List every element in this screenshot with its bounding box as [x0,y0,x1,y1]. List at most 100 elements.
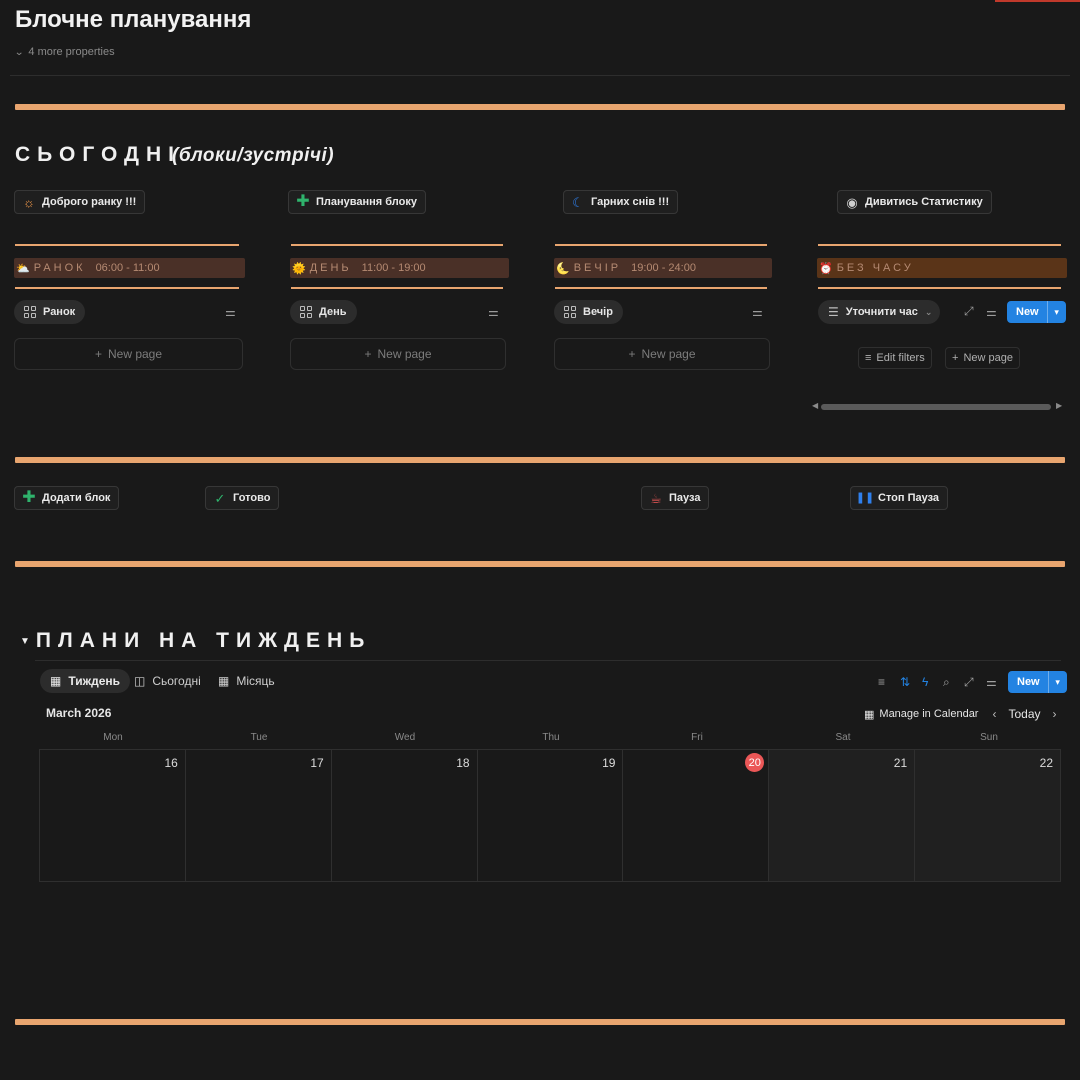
week-heading-toggle[interactable]: ▼ ПЛАНИ НА ТИЖДЕНЬ [20,629,371,653]
calendar-day-cell[interactable]: 19 [478,750,624,881]
calendar-day-cell[interactable]: 17 [186,750,332,881]
new-button-label: New [1007,301,1048,323]
column-line [555,244,767,246]
button-label: Готово [233,492,271,504]
new-page-label: New page [107,347,163,361]
plus-icon: + [952,352,959,364]
done-button[interactable]: ✓ Готово [205,486,280,510]
plus-icon: + [364,347,372,361]
new-page-button[interactable]: + New page [290,338,506,370]
today-day-badge: 20 [745,753,765,772]
horizontal-scrollbar[interactable]: ◀ ▶ [812,401,1062,411]
block-band-morning: ⛅ РАНОК 06:00 - 11:00 [14,258,245,278]
weekday-label: Sat [835,732,851,743]
good-night-button[interactable]: ☾ Гарних снів !!! [563,190,679,214]
calendar-day-cell[interactable]: 22 [915,750,1061,881]
list-icon: ☰ [828,305,839,319]
sort-icon[interactable]: ⇅ [900,675,910,689]
gallery-icon [564,306,576,318]
view-stats-button[interactable]: ◉ Дивитись Статистику [837,190,992,214]
new-button[interactable]: New ▾ [1008,671,1067,693]
tab-month[interactable]: ▦ Місяць [208,669,285,693]
today-subheading: (блоки/зустрічі) [172,145,335,166]
search-icon[interactable]: ⌕ [943,675,950,690]
day-number: 19 [602,756,616,770]
calendar-icon: ▦ [218,674,230,688]
column-line [818,244,1061,246]
moon-face-icon: 🌜 [556,262,570,275]
expand-icon[interactable]: ⤢ [964,304,974,319]
check-icon: ✓ [214,490,226,506]
button-label: Гарних снів !!! [591,196,670,208]
chevron-down-icon[interactable]: ▾ [1048,307,1066,318]
new-page-button[interactable]: + New page [945,347,1020,369]
more-properties-toggle[interactable]: ⌄ 4 more properties [14,46,115,58]
coffee-icon: ☕ [650,490,662,506]
plus-icon: ✚ [296,193,310,210]
more-properties-label: 4 more properties [28,46,115,58]
new-page-button[interactable]: + New page [14,338,243,370]
button-label: Додати блок [42,492,111,504]
block-band-no-time: ⏰ БЕЗ ЧАСУ [817,258,1067,278]
scroll-right-icon[interactable]: ▶ [1056,401,1062,410]
new-button[interactable]: New ▾ [1007,301,1066,323]
divider [35,660,1061,661]
plan-block-button[interactable]: ✚ Планування блоку [288,190,426,214]
settings-sliders-icon[interactable]: ⚌ [225,305,236,319]
chevron-down-icon[interactable]: ▾ [1049,677,1067,688]
view-label: Ранок [43,306,76,318]
tab-week[interactable]: ▦ Тиждень [40,669,131,693]
filter-icon[interactable]: ≡ [878,675,885,689]
column-line [818,287,1061,289]
weekday-label: Fri [691,732,703,743]
settings-sliders-icon[interactable]: ⚌ [986,675,997,689]
view-tab-no-time[interactable]: ☰ Уточнити час ⌄ [818,300,941,324]
block-band-day: 🌞 ДЕНЬ 11:00 - 19:00 [290,258,509,278]
plus-icon: ✚ [22,489,36,506]
calendar-day-cell[interactable]: 16 [40,750,186,881]
block-name: ВЕЧІР [573,262,622,274]
week-heading: ПЛАНИ НА ТИЖДЕНЬ [35,629,372,652]
column-line [15,244,239,246]
lightning-icon[interactable]: ϟ [922,675,928,689]
chevron-down-icon: ⌄ [14,46,25,58]
manage-in-calendar-button[interactable]: ▦ Manage in Calendar [858,704,984,724]
scroll-thumb[interactable] [821,404,1051,410]
view-tab-morning[interactable]: Ранок [14,300,86,324]
stop-pause-button[interactable]: ❚❚ Стоп Пауза [850,486,949,510]
new-page-button[interactable]: + New page [554,338,770,370]
scroll-left-icon[interactable]: ◀ [812,401,818,410]
orange-divider [15,561,1065,567]
orange-divider [15,457,1065,463]
partly-sunny-icon: ⛅ [16,262,30,275]
chevron-left-icon[interactable]: ‹ [992,707,996,721]
tab-today[interactable]: ◫ Сьогодні [124,669,211,693]
edit-filters-label: Edit filters [876,352,925,364]
settings-sliders-icon[interactable]: ⚌ [488,305,499,319]
settings-sliders-icon[interactable]: ⚌ [752,305,763,319]
calendar-day-cell[interactable]: 18 [332,750,478,881]
view-label: Уточнити час [845,306,918,318]
edit-filters-button[interactable]: ≡ Edit filters [858,347,932,369]
view-tab-day[interactable]: День [290,300,357,324]
chevron-right-icon[interactable]: › [1053,707,1057,721]
add-block-button[interactable]: ✚ Додати блок [14,486,120,510]
today-button[interactable]: Today [1008,707,1040,721]
sun-icon: ☼ [23,194,35,210]
board-icon: ◫ [134,674,146,688]
column-line [291,244,503,246]
view-tab-evening[interactable]: Вечір [554,300,623,324]
weekday-label: Tue [250,732,268,743]
calendar-day-cell[interactable]: 20 [623,750,770,881]
triangle-down-icon: ▼ [20,635,30,647]
pause-button[interactable]: ☕ Пауза [641,486,710,510]
tab-label: Сьогодні [152,674,201,688]
good-morning-button[interactable]: ☼ Доброго ранку !!! [14,190,146,214]
settings-sliders-icon[interactable]: ⚌ [986,305,997,319]
button-label: Доброго ранку !!! [42,196,137,208]
expand-icon[interactable]: ⤢ [964,675,974,690]
calendar-month: March 2026 [46,706,112,720]
block-time: 06:00 - 11:00 [95,262,160,274]
tab-label: Місяць [236,674,275,688]
calendar-day-cell[interactable]: 21 [769,750,916,881]
